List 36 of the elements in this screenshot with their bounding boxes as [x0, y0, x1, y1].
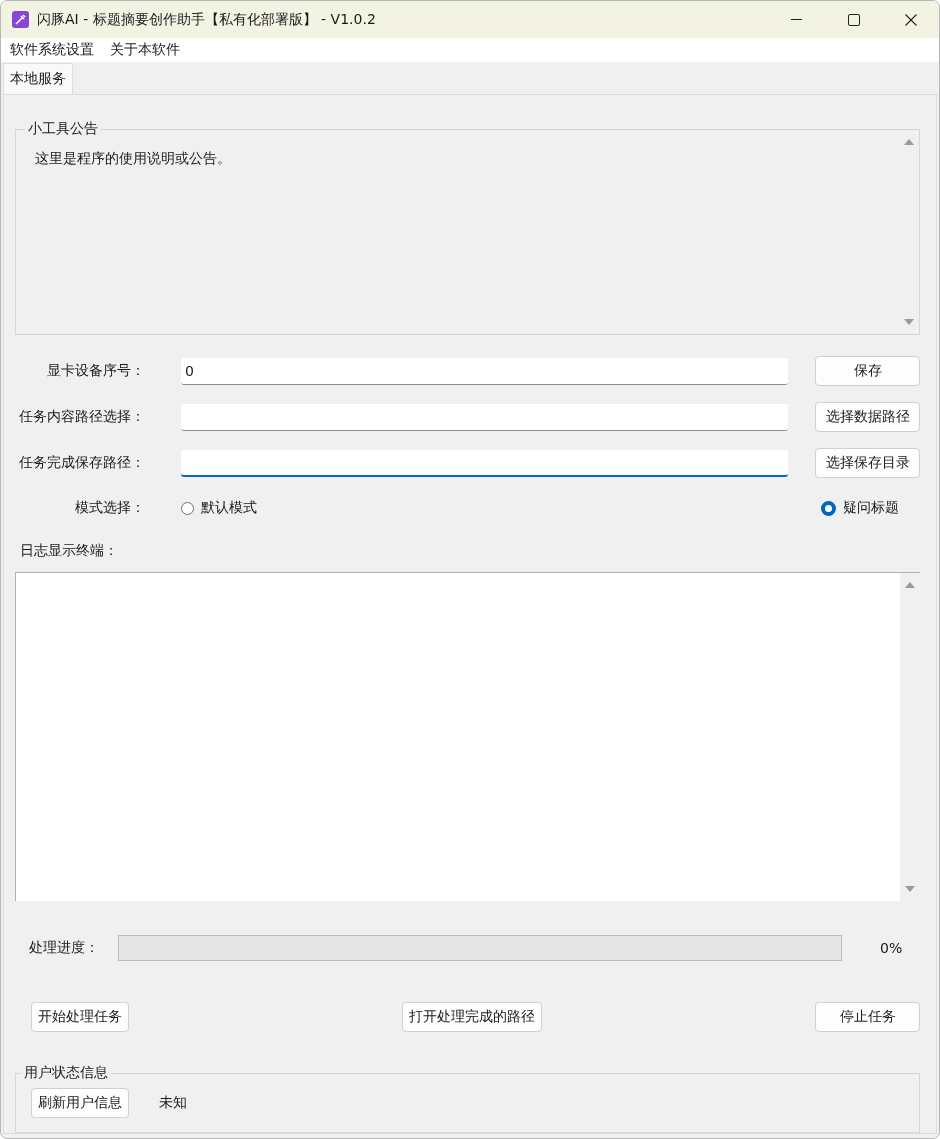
- browse-button[interactable]: 选择数据路径: [815, 402, 920, 432]
- field-label: 任务完成保存路径：: [18, 454, 145, 472]
- field-label: 任务内容路径选择：: [18, 408, 145, 426]
- group-title: 小工具公告: [25, 120, 101, 138]
- menu-item[interactable]: 软件系统设置: [10, 41, 94, 59]
- field-label: 模式选择：: [74, 499, 145, 517]
- group-title: 用户状态信息: [21, 1064, 111, 1082]
- progress-reading: 0%: [880, 940, 904, 956]
- scroll-up-icon[interactable]: [904, 138, 914, 146]
- scroll-down-icon[interactable]: [904, 318, 914, 326]
- input-field[interactable]: 0: [181, 357, 788, 385]
- browse-button[interactable]: 选择保存目录: [815, 448, 920, 478]
- radio-button[interactable]: [821, 500, 836, 516]
- radio-option[interactable]: 疑问标题: [821, 499, 899, 517]
- app-icon: [12, 11, 29, 28]
- tab[interactable]: 本地服务: [3, 63, 73, 94]
- action-button[interactable]: 停止任务: [815, 1002, 920, 1032]
- refresh-button[interactable]: 刷新用户信息: [31, 1088, 129, 1118]
- progress-label: 处理进度：: [28, 939, 100, 957]
- input-field[interactable]: [181, 403, 788, 431]
- notice-text: 这里是程序的使用说明或公告。: [35, 150, 231, 166]
- close-icon[interactable]: [904, 13, 917, 26]
- browse-button[interactable]: 保存: [815, 356, 920, 386]
- window-title: 闪豚AI - 标题摘要创作助手【私有化部署版】 - V1.0.2: [37, 10, 377, 29]
- scroll-down-icon[interactable]: [905, 885, 915, 893]
- scroll-up-icon[interactable]: [905, 581, 915, 589]
- action-button[interactable]: 打开处理完成的路径: [402, 1002, 542, 1032]
- log-label: 日志显示终端：: [20, 542, 118, 560]
- field-label: 显卡设备序号：: [46, 362, 145, 380]
- radio-option[interactable]: 默认模式: [181, 499, 257, 517]
- radio-button[interactable]: [181, 501, 194, 515]
- action-button[interactable]: 开始处理任务: [31, 1002, 129, 1032]
- maximize-icon[interactable]: [847, 13, 860, 26]
- input-field[interactable]: [181, 449, 788, 477]
- menu-item[interactable]: 关于本软件: [110, 41, 180, 59]
- user-status: 未知: [159, 1094, 187, 1112]
